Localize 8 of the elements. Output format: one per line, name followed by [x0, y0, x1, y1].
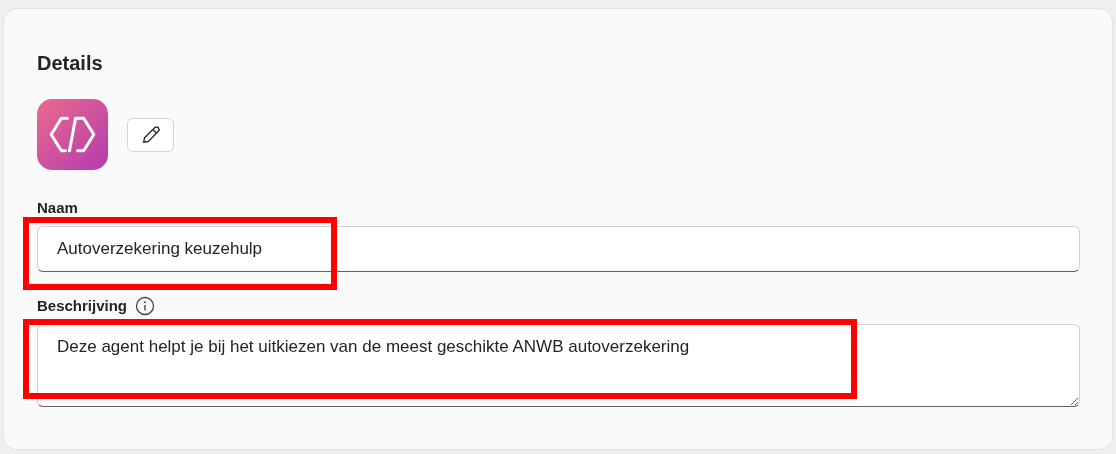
section-title: Details: [37, 51, 104, 75]
agent-avatar-icon: [37, 99, 108, 170]
info-icon[interactable]: [135, 296, 156, 316]
field-label: Naam: [37, 200, 78, 216]
description-field[interactable]: Deze agent helpt je bij het uitkiezen van de meest geschikte ANWB autoverzekering: [37, 324, 1080, 407]
name-field[interactable]: Autoverzekering keuzehulp: [37, 226, 1080, 272]
field-label: Beschrijving: [37, 298, 128, 314]
edit-button[interactable]: [127, 117, 174, 152]
